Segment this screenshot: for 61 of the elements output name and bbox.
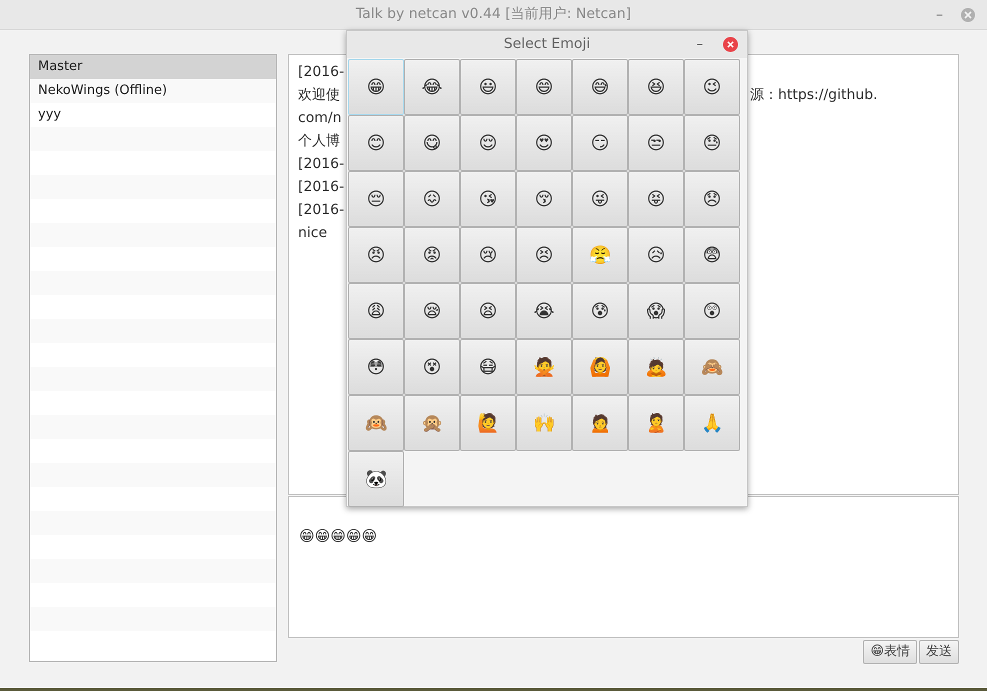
emoji-button[interactable]: 😘: [460, 171, 516, 227]
chat-line: 欢迎使: [298, 87, 340, 103]
emoji-button[interactable]: 😚: [516, 171, 572, 227]
emoji-button[interactable]: 😩: [348, 283, 404, 339]
message-input[interactable]: 😁😁😁😁😁: [288, 496, 959, 638]
emoji-button[interactable]: 😨: [684, 227, 740, 283]
emoji-button[interactable]: 😒: [628, 115, 684, 171]
action-button[interactable]: 😁表情: [863, 640, 917, 664]
contact-item[interactable]: Master: [30, 55, 276, 79]
emoji-button[interactable]: 😋: [404, 115, 460, 171]
emoji-button[interactable]: 😁: [348, 59, 404, 115]
emoji-button[interactable]: 😓: [684, 115, 740, 171]
close-icon: [964, 11, 972, 19]
emoji-button[interactable]: 😪: [404, 283, 460, 339]
dialog-title: Select Emoji: [504, 35, 590, 54]
close-icon: [727, 41, 734, 48]
minimize-button[interactable]: –: [936, 5, 943, 26]
minimize-button[interactable]: –: [696, 35, 703, 54]
emoji-button[interactable]: 😱: [628, 283, 684, 339]
emoji-button[interactable]: 😫: [460, 283, 516, 339]
chat-line: [2016-: [298, 179, 344, 195]
emoji-button[interactable]: 😔: [348, 171, 404, 227]
emoji-button[interactable]: 😜: [572, 171, 628, 227]
chat-line: 个人博: [298, 133, 340, 149]
emoji-button[interactable]: 😥: [628, 227, 684, 283]
close-button[interactable]: [723, 37, 738, 52]
emoji-button[interactable]: 😃: [460, 59, 516, 115]
chat-line: [2016-: [298, 156, 344, 172]
emoji-button[interactable]: 😍: [516, 115, 572, 171]
window-title: Talk by netcan v0.44 [当前用户: Netcan]: [356, 5, 632, 24]
emoji-button[interactable]: 😞: [684, 171, 740, 227]
emoji-button[interactable]: 😝: [628, 171, 684, 227]
emoji-button[interactable]: 😵: [404, 339, 460, 395]
emoji-button[interactable]: 😖: [404, 171, 460, 227]
chat-line: com/n: [298, 110, 342, 126]
emoji-button[interactable]: 😣: [516, 227, 572, 283]
emoji-button[interactable]: 😂: [404, 59, 460, 115]
emoji-button[interactable]: 😊: [348, 115, 404, 171]
contact-item[interactable]: NekoWings (Offline): [30, 79, 276, 103]
emoji-button[interactable]: 😢: [460, 227, 516, 283]
chat-line: nice: [298, 225, 328, 241]
action-button[interactable]: 发送: [919, 640, 959, 664]
chat-line: [2016-: [298, 202, 344, 218]
emoji-button[interactable]: 😲: [684, 283, 740, 339]
emoji-button[interactable]: 🐼: [348, 451, 404, 507]
emoji-button[interactable]: 😰: [572, 283, 628, 339]
emoji-button[interactable]: 😡: [404, 227, 460, 283]
emoji-button[interactable]: 😠: [348, 227, 404, 283]
emoji-button[interactable]: 😅: [572, 59, 628, 115]
emoji-button[interactable]: 😳: [348, 339, 404, 395]
input-text: 😁😁😁😁😁: [299, 527, 378, 545]
chat-line: 源：https://github.: [750, 86, 878, 105]
chat-line: [2016-: [298, 64, 344, 80]
emoji-button[interactable]: 😄: [516, 59, 572, 115]
emoji-button[interactable]: 😌: [460, 115, 516, 171]
emoji-button[interactable]: 😆: [628, 59, 684, 115]
emoji-button[interactable]: 😉: [684, 59, 740, 115]
emoji-button[interactable]: 😏: [572, 115, 628, 171]
emoji-button[interactable]: 😭: [516, 283, 572, 339]
emoji-button[interactable]: 🙊: [404, 395, 460, 451]
emoji-button[interactable]: 😷: [460, 339, 516, 395]
